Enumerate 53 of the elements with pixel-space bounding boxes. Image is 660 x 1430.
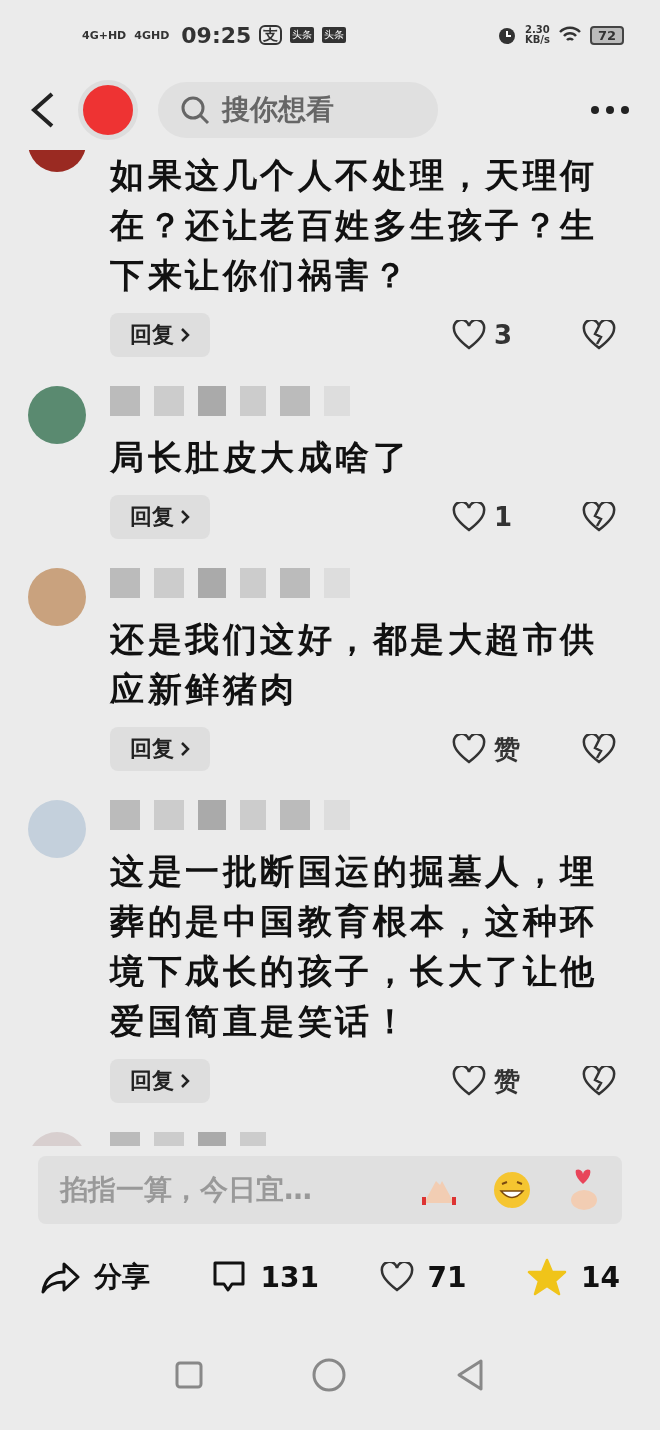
avatar <box>28 386 86 444</box>
broken-heart-icon <box>582 1066 616 1096</box>
home-button[interactable] <box>312 1358 346 1392</box>
dislike-button[interactable] <box>582 1066 616 1096</box>
news-badge: 头条 <box>322 27 347 43</box>
comment-text: 这是一批断国运的掘墓人，埋葬的是中国教育根本，这种环境下成长的孩子，长大了让他爱国简直是笑话！ <box>110 850 599 1043</box>
heart-icon <box>452 320 486 350</box>
dislike-button[interactable] <box>582 734 616 764</box>
reply-button[interactable]: 回复 <box>110 313 210 357</box>
broken-heart-icon <box>582 320 616 350</box>
broken-heart-icon <box>582 734 616 764</box>
broken-heart-icon <box>582 502 616 532</box>
clock: 09:25 <box>181 22 252 48</box>
comment-text: 局长肚皮大成啥了 <box>110 436 411 479</box>
network-label: 4G+HD <box>82 29 127 41</box>
like-button[interactable]: 1 <box>452 502 562 532</box>
chevron-icon <box>180 1073 190 1089</box>
share-button[interactable]: 分享 <box>40 1258 150 1296</box>
network-label: 4GHD <box>134 29 170 41</box>
heart-icon <box>379 1262 414 1292</box>
app-badge: 支 <box>259 24 283 46</box>
search-field[interactable]: 搜你想看 <box>158 82 438 138</box>
like-button[interactable]: 赞 <box>452 731 562 767</box>
recents-button[interactable] <box>174 1361 203 1389</box>
alarm-icon <box>496 25 517 45</box>
comment-text: 如果这几个人不处理，天理何在？还让老百姓多生孩子？生下来让你们祸害？ <box>110 154 599 297</box>
back-button[interactable] <box>455 1358 486 1392</box>
like-button[interactable]: 赞 <box>452 1063 562 1099</box>
heart-icon <box>452 1066 486 1096</box>
heart-icon <box>452 502 486 532</box>
avatar <box>28 568 86 626</box>
more-icon[interactable] <box>590 105 630 115</box>
like-button[interactable]: 3 <box>452 320 562 350</box>
chevron-icon <box>180 509 190 525</box>
favorite-button[interactable]: 14 <box>527 1258 620 1296</box>
dislike-button[interactable] <box>582 502 616 532</box>
reply-button[interactable]: 回复 <box>110 495 210 539</box>
news-badge: 头条 <box>290 27 315 43</box>
reply-button[interactable]: 回复 <box>110 1059 210 1103</box>
battery: 72 <box>589 25 624 45</box>
chevron-icon <box>180 327 190 343</box>
search-icon <box>180 95 210 125</box>
reply-button[interactable]: 回复 <box>110 727 210 771</box>
dislike-button[interactable] <box>582 320 616 350</box>
speed-unit: KB/s <box>524 35 550 46</box>
comment-text: 还是我们这好，都是大超市供应新鲜猪肉 <box>110 618 599 711</box>
heart-icon <box>452 734 486 764</box>
like-button[interactable]: 71 <box>379 1260 467 1294</box>
share-icon <box>40 1260 80 1294</box>
speed-value: 2.30 <box>525 24 550 35</box>
grin-emoji-icon[interactable] <box>492 1170 532 1210</box>
chevron-icon <box>180 741 190 757</box>
comment-button[interactable]: 131 <box>210 1260 319 1294</box>
